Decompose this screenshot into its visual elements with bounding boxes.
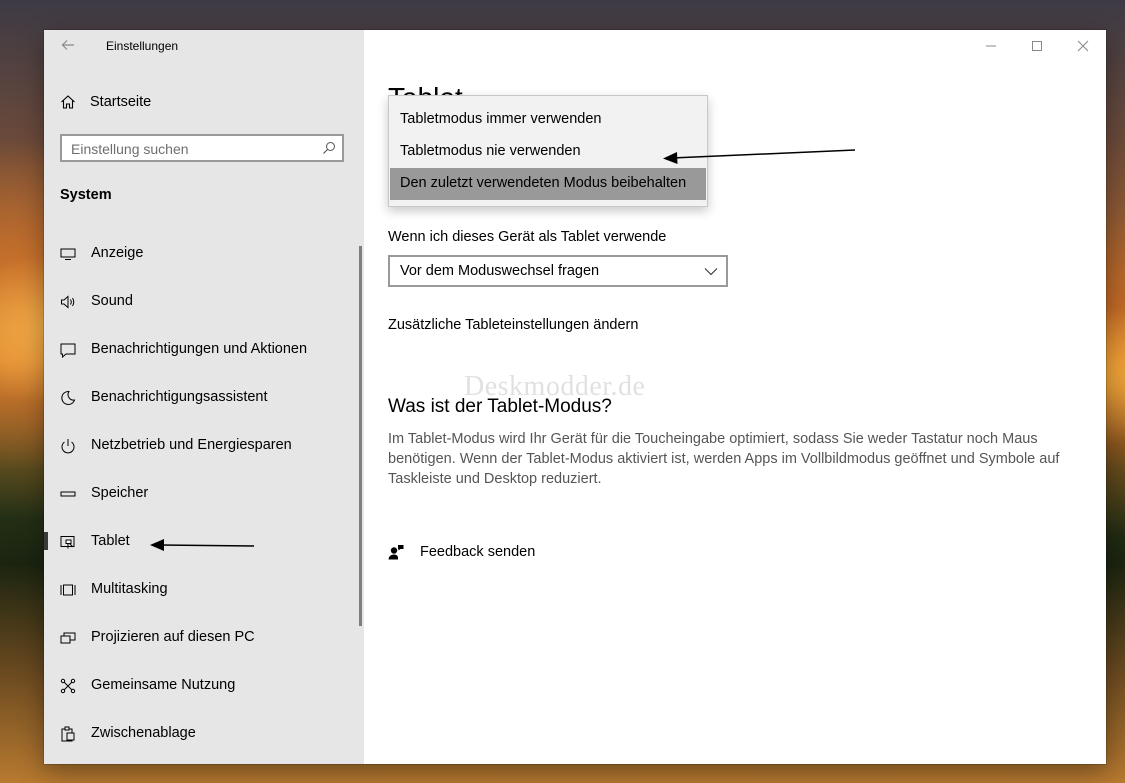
tablet-icon (60, 536, 75, 549)
extra-tablet-settings-link[interactable]: Zusätzliche Tableteinstellungen ändern (388, 317, 638, 333)
sidebar-item-label: Benachrichtigungen und Aktionen (91, 341, 308, 357)
sidebar-item-zwischenablage[interactable]: Zwischenablage (44, 710, 364, 758)
power-icon (61, 439, 75, 454)
sidebar-item-label: Speicher (91, 485, 149, 501)
feedback-icon (388, 545, 404, 560)
dropdown-option-never[interactable]: Tabletmodus nie verwenden (390, 136, 706, 168)
info-heading: Was ist der Tablet-Modus? (388, 396, 612, 417)
home-link[interactable]: Startseite (60, 92, 151, 112)
clipboard-icon (61, 726, 75, 742)
tablet-question-label: Wenn ich dieses Gerät als Tablet verwend… (388, 229, 667, 245)
dropdown-option-label: Tabletmodus nie verwenden (400, 143, 581, 159)
sidebar-item-netzbetrieb[interactable]: Netzbetrieb und Energiesparen (44, 422, 364, 470)
sidebar-item-multitasking[interactable]: Multitasking (44, 566, 364, 614)
sidebar-item-benachrichtigungen[interactable]: Benachrichtigungen und Aktionen (44, 326, 364, 374)
home-label: Startseite (90, 94, 152, 110)
chevron-down-icon (704, 268, 718, 276)
search-icon[interactable] (322, 141, 336, 155)
sidebar-item-tablet[interactable]: Tablet (44, 518, 364, 566)
feedback-label: Feedback senden (420, 544, 536, 560)
display-icon (60, 248, 76, 260)
tablet-question-value: Vor dem Moduswechsel fragen (400, 263, 600, 279)
sidebar-item-benachrichtigungsassistent[interactable]: Benachrichtigungsassistent (44, 374, 364, 422)
nav-list: Anzeige Sound Benachrichtigungen und Akt… (44, 230, 364, 758)
app-title: Einstellungen (106, 39, 179, 53)
project-icon (60, 632, 76, 644)
sidebar-item-label: Projizieren auf diesen PC (91, 629, 255, 645)
sidebar-item-sound[interactable]: Sound (44, 278, 364, 326)
storage-icon (60, 491, 76, 497)
sidebar-scrollbar[interactable] (359, 246, 362, 626)
notification-icon (60, 343, 76, 358)
tablet-question-select[interactable]: Vor dem Moduswechsel fragen (388, 255, 728, 287)
sidebar-item-label: Tablet (91, 533, 130, 549)
search-input[interactable] (71, 140, 311, 158)
titlebar: Einstellungen (44, 30, 364, 62)
sidebar-item-label: Zwischenablage (91, 725, 196, 741)
dropdown-option-always[interactable]: Tabletmodus immer verwenden (390, 104, 706, 136)
sidebar-item-projizieren[interactable]: Projizieren auf diesen PC (44, 614, 364, 662)
sidebar-item-speicher[interactable]: Speicher (44, 470, 364, 518)
search-box[interactable] (60, 134, 344, 162)
sidebar-item-label: Netzbetrieb und Energiesparen (91, 437, 292, 453)
dropdown-option-label: Den zuletzt verwendeten Modus beibehalte… (400, 175, 687, 191)
sidebar-item-label: Multitasking (91, 581, 168, 597)
multitasking-icon (60, 584, 76, 596)
share-icon (60, 678, 76, 694)
sidebar: Einstellungen Startseite System Anzeige (44, 30, 364, 764)
dropdown-option-label: Tabletmodus immer verwenden (400, 111, 602, 127)
moon-icon (61, 390, 76, 405)
sidebar-item-anzeige[interactable]: Anzeige (44, 230, 364, 278)
info-text: Im Tablet-Modus wird Ihr Gerät für die T… (388, 431, 1060, 487)
section-title: System (60, 187, 112, 203)
speaker-icon (61, 295, 75, 309)
sidebar-item-label: Gemeinsame Nutzung (91, 677, 236, 693)
home-icon (61, 95, 75, 109)
back-arrow-icon[interactable] (60, 37, 76, 53)
sidebar-item-label: Anzeige (91, 245, 144, 261)
sidebar-item-label: Benachrichtigungsassistent (91, 389, 268, 405)
sidebar-item-gemeinsame-nutzung[interactable]: Gemeinsame Nutzung (44, 662, 364, 710)
tablet-mode-dropdown: Tabletmodus immer verwenden Tabletmodus … (388, 95, 708, 207)
dropdown-option-keep-last[interactable]: Den zuletzt verwendeten Modus beibehalte… (390, 168, 706, 200)
settings-window: Einstellungen Startseite System Anzeige (44, 30, 1106, 764)
sidebar-item-label: Sound (91, 293, 133, 309)
